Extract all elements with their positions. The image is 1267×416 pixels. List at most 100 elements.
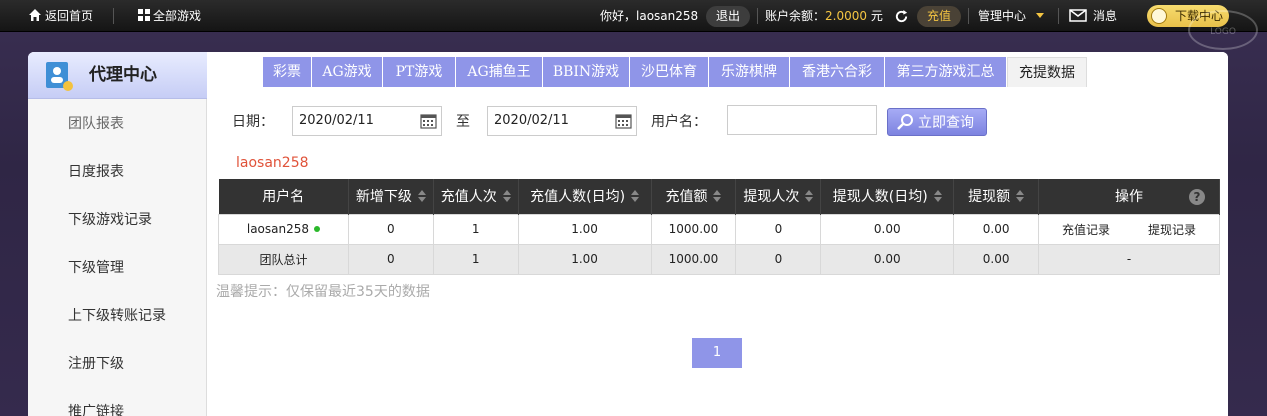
table-row: laosan258 0 1 1.00 1000.00 0 0.00 0.00 充… [218, 213, 1220, 245]
sidebar-item-sub-management[interactable]: 下级管理 [68, 258, 124, 278]
col-withdraw-times[interactable]: 提现人次 [735, 179, 822, 214]
sidebar-item-transfer-records[interactable]: 上下级转账记录 [68, 306, 166, 326]
tab-saba-sports[interactable]: 沙巴体育 [630, 57, 708, 87]
date-to-value: 2020/02/11 [494, 113, 569, 128]
manage-center-menu[interactable]: 管理中心 [978, 0, 1045, 32]
sort-icon[interactable] [805, 190, 814, 203]
col-username: 用户名 [218, 179, 349, 214]
greeting: 你好，laosan258 [600, 9, 699, 23]
cell-withdraw-times: 0 [735, 243, 822, 275]
sort-icon[interactable] [933, 190, 942, 203]
cell-recharge-users: 1.00 [517, 243, 652, 275]
cell-actions: - [1038, 243, 1220, 275]
sort-icon[interactable] [502, 190, 511, 203]
tab-pt-games[interactable]: PT游戏 [383, 57, 455, 87]
refresh-icon[interactable] [894, 9, 909, 24]
tab-leyou-chess[interactable]: 乐游棋牌 [709, 57, 789, 87]
query-label: 立即查询 [918, 115, 974, 131]
cell-recharge-amount: 1000.00 [650, 243, 737, 275]
cell-withdraw-users: 0.00 [820, 213, 955, 245]
date-to-field[interactable]: 2020/02/11 [487, 106, 637, 136]
download-icon [1151, 8, 1167, 24]
col-recharge-amount[interactable]: 充值额 [651, 179, 737, 214]
balance-label: 账户余额： [765, 9, 826, 23]
calendar-icon[interactable] [615, 113, 632, 129]
all-games-link[interactable]: 全部游戏 [138, 0, 201, 32]
sidebar-item-register-sub[interactable]: 注册下级 [68, 354, 124, 374]
cell-recharge-amount: 1000.00 [650, 213, 737, 245]
sort-icon[interactable] [1016, 190, 1025, 203]
cell-withdraw-users: 0.00 [820, 243, 955, 275]
deposit-withdraw-table: 用户名 新增下级 充值人次 充值人数(日均) 充值额 提现人次 提现人数(日均)… [218, 179, 1220, 275]
sidebar: 代理中心 团队报表 日度报表 下级游戏记录 下级管理 上下级转账记录 注册下级 … [28, 52, 207, 416]
cell-actions: 充值记录 提现记录 [1038, 213, 1220, 245]
to-label: 至 [456, 114, 470, 130]
tab-ag-games[interactable]: AG游戏 [312, 57, 382, 87]
sidebar-item-sub-game-records[interactable]: 下级游戏记录 [68, 210, 152, 230]
help-icon[interactable]: ? [1189, 189, 1205, 205]
cell-total-label: 团队总计 [218, 243, 349, 275]
cell-username: laosan258 [218, 213, 349, 245]
divider [757, 8, 758, 24]
username-label: 用户名： [651, 114, 707, 130]
sort-icon[interactable] [417, 190, 426, 203]
recharge-button[interactable]: 充值 [917, 6, 961, 27]
main-content: 彩票 AG游戏 PT游戏 AG捕鱼王 BBIN游戏 沙巴体育 乐游棋牌 香港六合… [208, 52, 1228, 416]
search-icon [897, 114, 913, 130]
sidebar-item-daily-report[interactable]: 日度报表 [68, 162, 124, 182]
date-label: 日期： [232, 114, 274, 130]
pagination-page-button[interactable]: 1 [692, 338, 742, 368]
agent-badge-icon [46, 62, 73, 91]
username-input[interactable] [727, 105, 877, 135]
col-recharge-times[interactable]: 充值人次 [433, 179, 519, 214]
sidebar-item-promo-link[interactable]: 推广链接 [68, 402, 124, 416]
table-header-row: 用户名 新增下级 充值人次 充值人数(日均) 充值额 提现人次 提现人数(日均)… [218, 179, 1220, 214]
sort-icon[interactable] [713, 190, 722, 203]
watermark-logo: LOGO [1188, 10, 1258, 50]
col-withdraw-users[interactable]: 提现人数(日均) [820, 179, 955, 214]
col-new-sub[interactable]: 新增下级 [348, 179, 434, 214]
cell-recharge-times: 1 [432, 213, 519, 245]
current-user-link[interactable]: laosan258 [236, 155, 309, 171]
date-from-value: 2020/02/11 [299, 113, 374, 128]
calendar-icon[interactable] [420, 113, 437, 129]
home-label: 返回首页 [45, 9, 94, 23]
message-link[interactable]: 消息 [1069, 0, 1117, 32]
tab-third-party-summary[interactable]: 第三方游戏汇总 [885, 57, 1006, 87]
withdraw-records-link[interactable]: 提现记录 [1129, 221, 1215, 238]
sidebar-header: 代理中心 [28, 52, 207, 99]
cell-withdraw-amount: 0.00 [953, 243, 1040, 275]
agent-center-panel: 代理中心 团队报表 日度报表 下级游戏记录 下级管理 上下级转账记录 注册下级 … [28, 52, 1228, 416]
date-from-field[interactable]: 2020/02/11 [292, 106, 442, 136]
logout-button[interactable]: 退出 [706, 6, 750, 27]
message-label: 消息 [1093, 9, 1118, 23]
tab-hk-mark-six[interactable]: 香港六合彩 [790, 57, 884, 87]
divider [968, 8, 969, 24]
cell-new-sub: 0 [347, 213, 434, 245]
home-icon [29, 9, 41, 21]
cell-recharge-times: 1 [432, 243, 519, 275]
col-withdraw-amount[interactable]: 提现额 [953, 179, 1040, 214]
recharge-records-link[interactable]: 充值记录 [1043, 221, 1129, 238]
tab-ag-fishing[interactable]: AG捕鱼王 [456, 57, 542, 87]
home-link[interactable]: 返回首页 [28, 0, 93, 32]
sort-icon[interactable] [631, 190, 640, 203]
chevron-down-icon [1036, 13, 1045, 18]
sidebar-item-team-report[interactable]: 团队报表 [68, 114, 124, 134]
cell-withdraw-amount: 0.00 [953, 213, 1040, 245]
divider [113, 8, 114, 24]
sidebar-title: 代理中心 [89, 65, 157, 85]
online-status-icon [314, 226, 321, 232]
all-games-label: 全部游戏 [153, 9, 202, 23]
top-bar: 返回首页 全部游戏 你好，laosan258 退出 账户余额：2.0000 元 … [0, 0, 1267, 32]
manage-center-label: 管理中心 [978, 9, 1027, 23]
col-recharge-users[interactable]: 充值人数(日均) [518, 179, 652, 214]
query-button[interactable]: 立即查询 [887, 108, 987, 136]
mail-icon [1069, 9, 1087, 22]
tab-lottery[interactable]: 彩票 [263, 57, 311, 87]
tab-deposit-withdraw-data[interactable]: 充提数据 [1007, 57, 1087, 87]
balance-value: 2.0000 [825, 9, 868, 23]
balance: 账户余额：2.0000 元 [765, 0, 883, 32]
tab-bbin-games[interactable]: BBIN游戏 [543, 57, 629, 87]
retention-hint: 温馨提示：仅保留最近35天的数据 [216, 284, 430, 300]
